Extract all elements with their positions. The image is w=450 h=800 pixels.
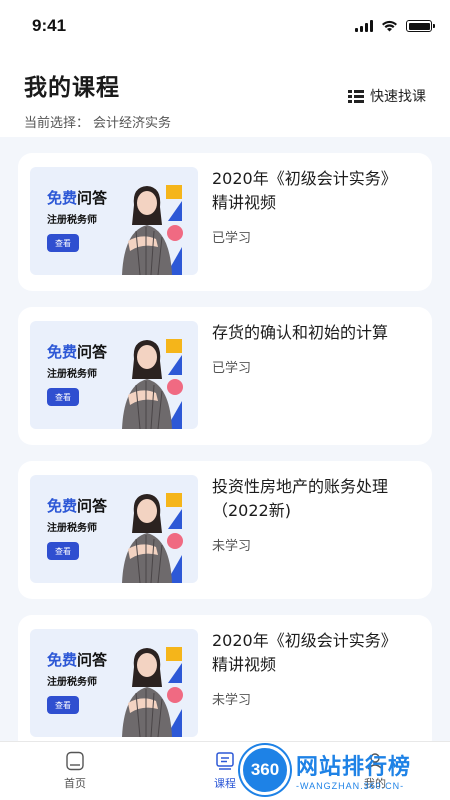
course-icon <box>216 752 234 770</box>
course-status: 未学习 <box>212 539 252 554</box>
thumbnail-view-button: 查看 <box>47 542 79 560</box>
thumbnail-view-button: 查看 <box>47 696 79 714</box>
list-grid-icon <box>348 89 364 103</box>
current-selection-prefix: 当前选择： <box>24 116 90 131</box>
presenter-image <box>122 494 172 583</box>
thumbnail-title: 免费问答 <box>47 497 108 515</box>
thumbnail-view-button: 查看 <box>47 234 79 252</box>
course-title: 2020年《初级会计实务》精讲视频 <box>212 169 397 212</box>
course-thumbnail: 免费问答 注册税务师 查看 <box>30 629 198 737</box>
status-bar: 9:41 <box>0 0 450 52</box>
watermark-name: 网站排行榜 <box>296 755 412 780</box>
course-title: 2020年《初级会计实务》精讲视频 <box>212 631 397 674</box>
presenter-image <box>122 340 172 429</box>
nav-item-home[interactable]: 首页 <box>0 742 150 800</box>
watermark-url: -WANGZHAN.360.CN- <box>296 781 405 791</box>
status-icons <box>355 20 435 32</box>
course-thumbnail: 免费问答 注册税务师 查看 <box>30 475 198 583</box>
thumbnail-title: 免费问答 <box>47 651 108 669</box>
course-card[interactable]: 免费问答 注册税务师 查看 2020年《初级会计实务》精讲视频 已学习 <box>18 153 432 291</box>
current-selection-value: 会计经济实务 <box>93 116 172 131</box>
course-list: 免费问答 注册税务师 查看 2020年《初级会计实务》精讲视频 已学习 免费问答… <box>0 137 450 741</box>
thumbnail-subtitle: 注册税务师 <box>47 523 97 534</box>
quick-find-label: 快速找课 <box>370 89 426 105</box>
course-title: 存货的确认和初始的计算 <box>212 323 389 342</box>
course-status: 已学习 <box>212 231 252 246</box>
course-title: 投资性房地产的账务处理（2022新) <box>212 477 389 520</box>
current-selection: 当前选择： 会计经济实务 <box>24 112 426 131</box>
signal-icon <box>355 20 373 32</box>
nav-label-home: 首页 <box>64 777 86 790</box>
status-time: 9:41 <box>32 16 67 35</box>
watermark-overlay: 360 网站排行榜 -WANGZHAN.360.CN- <box>240 740 450 800</box>
thumbnail-subtitle: 注册税务师 <box>47 369 97 380</box>
home-icon <box>66 751 84 771</box>
watermark-badge: 360 <box>240 745 290 795</box>
course-card[interactable]: 免费问答 注册税务师 查看 投资性房地产的账务处理（2022新) 未学习 <box>18 461 432 599</box>
thumbnail-subtitle: 注册税务师 <box>47 215 97 226</box>
quick-find-button[interactable]: 快速找课 <box>348 86 426 106</box>
course-thumbnail: 免费问答 注册税务师 查看 <box>30 167 198 275</box>
page-header: 我的课程 当前选择： 会计经济实务 快速找课 <box>0 52 450 137</box>
thumbnail-view-button: 查看 <box>47 388 79 406</box>
battery-icon <box>406 20 435 32</box>
course-card[interactable]: 免费问答 注册税务师 查看 存货的确认和初始的计算 已学习 <box>18 307 432 445</box>
course-card[interactable]: 免费问答 注册税务师 查看 2020年《初级会计实务》精讲视频 未学习 <box>18 615 432 741</box>
course-status: 已学习 <box>212 361 252 376</box>
thumbnail-subtitle: 注册税务师 <box>47 677 97 688</box>
wifi-icon <box>382 20 397 32</box>
thumbnail-title: 免费问答 <box>47 189 108 207</box>
presenter-image <box>122 186 172 275</box>
thumbnail-title: 免费问答 <box>47 343 108 361</box>
course-thumbnail: 免费问答 注册税务师 查看 <box>30 321 198 429</box>
presenter-image <box>122 648 172 737</box>
nav-label-course: 课程 <box>214 777 236 790</box>
course-status: 未学习 <box>212 693 252 708</box>
